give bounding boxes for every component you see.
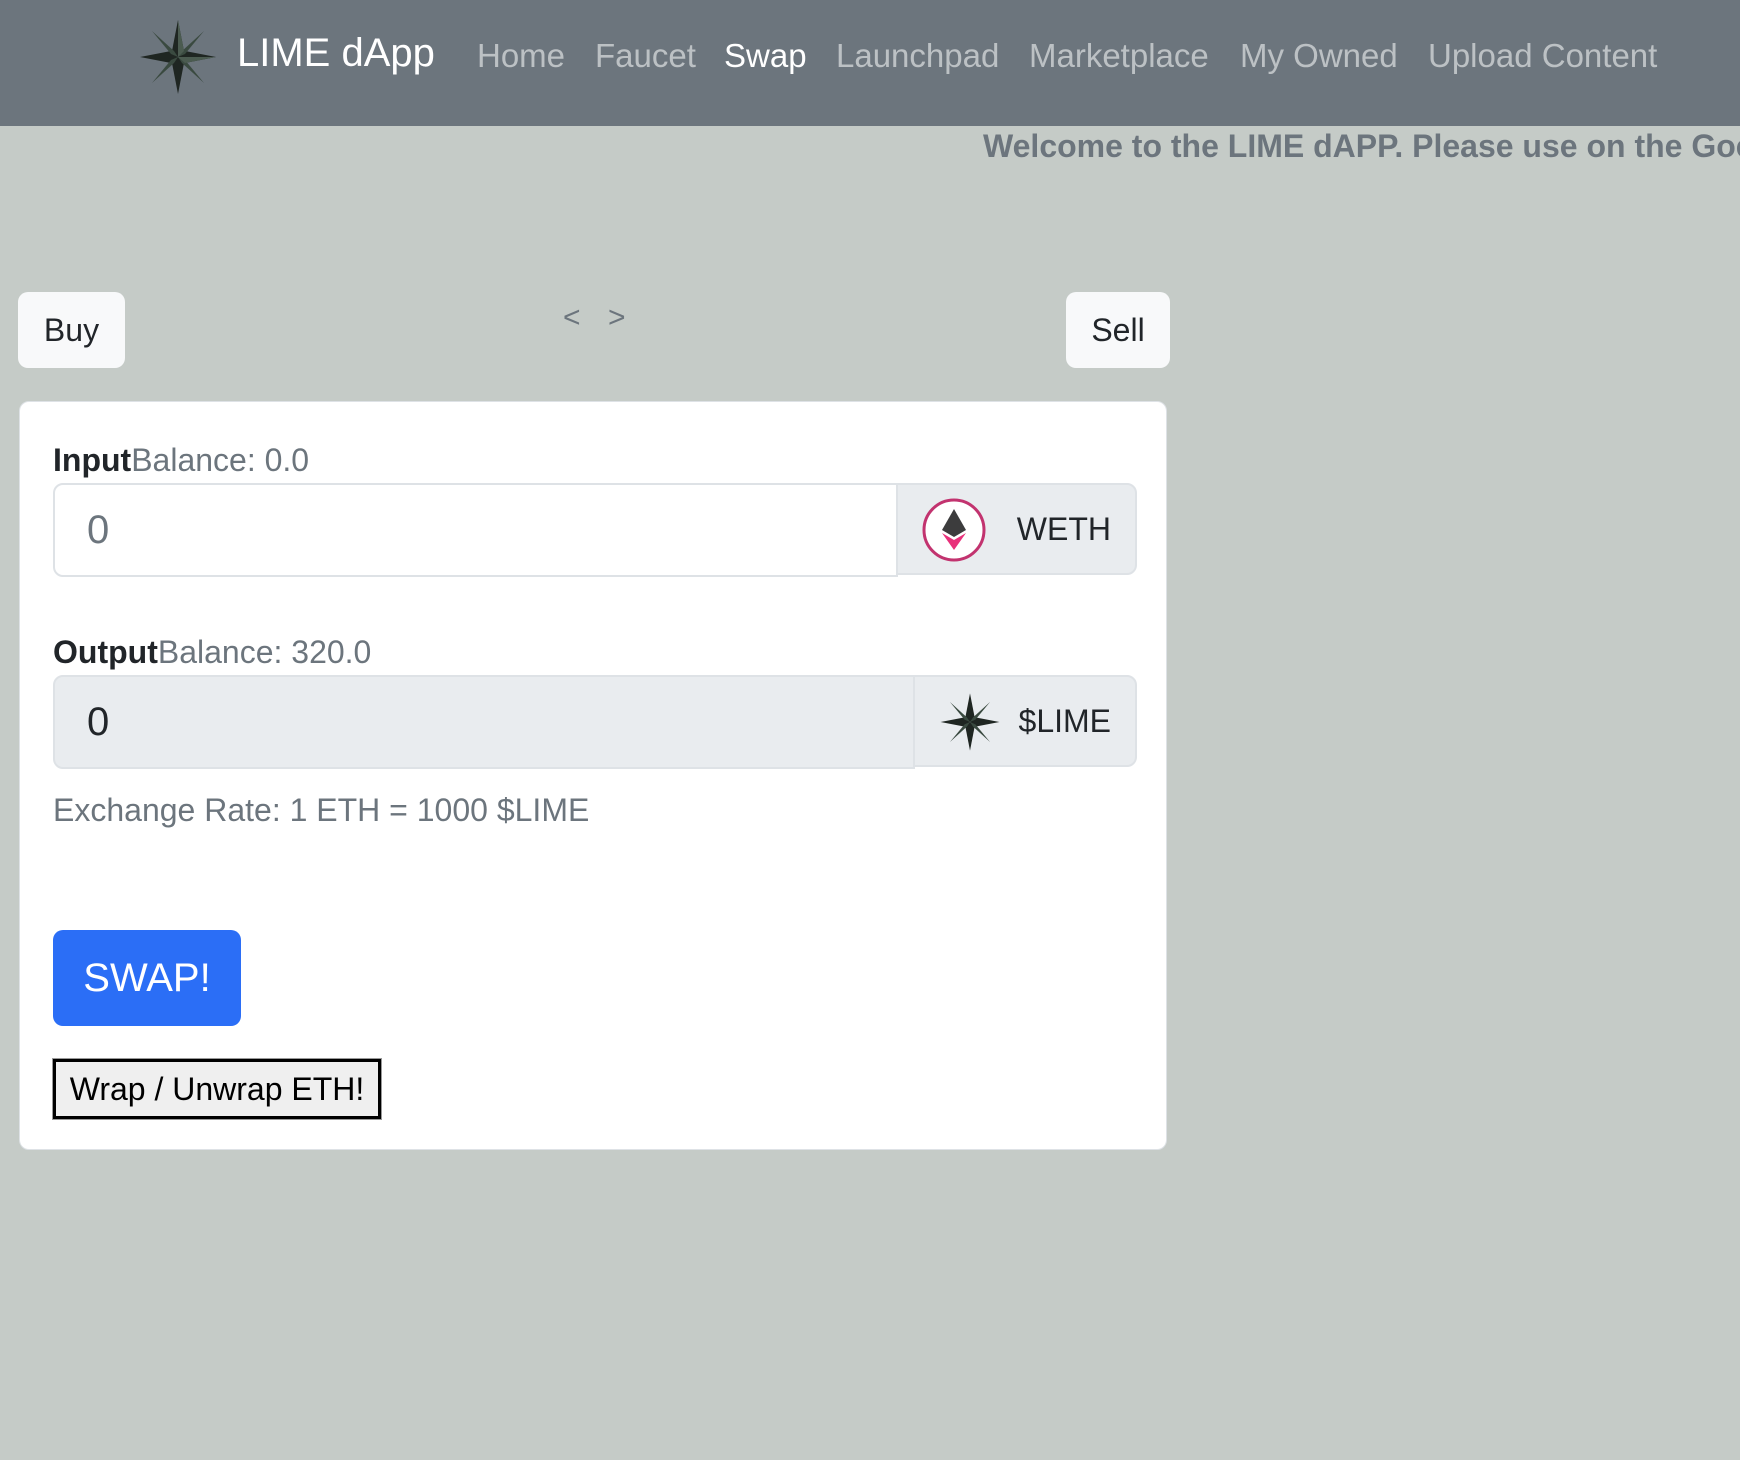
input-label: Input <box>53 442 132 478</box>
prev-arrow[interactable]: < <box>563 298 581 338</box>
output-balance: Balance: 320.0 <box>157 634 372 670</box>
navbar: LIME dApp Home Faucet Swap Launchpad Mar… <box>0 0 1740 126</box>
nav-launchpad[interactable]: Launchpad <box>836 34 999 78</box>
input-amount-field[interactable]: 0 <box>53 483 898 577</box>
compass-star-icon[interactable] <box>138 18 218 96</box>
sell-button[interactable]: Sell <box>1066 292 1170 368</box>
input-label-row: InputBalance: 0.0 <box>53 440 309 480</box>
output-label-row: OutputBalance: 320.0 <box>53 632 371 672</box>
compass-star-icon <box>940 693 1000 751</box>
ethereum-icon <box>922 498 986 562</box>
nav-faucet[interactable]: Faucet <box>595 34 696 78</box>
nav-upload-content[interactable]: Upload Content <box>1428 34 1657 78</box>
output-label: Output <box>53 634 158 670</box>
output-token-label: $LIME <box>1018 703 1111 739</box>
input-token-selector[interactable]: WETH <box>896 483 1137 575</box>
brand-name[interactable]: LIME dApp <box>237 28 435 78</box>
nav-swap[interactable]: Swap <box>724 34 807 78</box>
exchange-rate: Exchange Rate: 1 ETH = 1000 $LIME <box>53 792 590 828</box>
next-arrow[interactable]: > <box>608 298 626 338</box>
input-token-label: WETH <box>1016 511 1111 547</box>
output-amount-field: 0 <box>53 675 915 769</box>
nav-home[interactable]: Home <box>477 34 565 78</box>
nav-marketplace[interactable]: Marketplace <box>1029 34 1209 78</box>
buy-button[interactable]: Buy <box>18 292 125 368</box>
output-token-selector[interactable]: $LIME <box>913 675 1137 767</box>
input-balance: Balance: 0.0 <box>131 442 310 478</box>
wrap-unwrap-button[interactable]: Wrap / Unwrap ETH! <box>52 1058 382 1120</box>
welcome-marquee: Welcome to the LIME dAPP. Please use on … <box>0 126 1740 174</box>
swap-button[interactable]: SWAP! <box>53 930 241 1026</box>
welcome-text: Welcome to the LIME dAPP. Please use on … <box>983 128 1740 164</box>
swap-card: InputBalance: 0.0 0 WETH OutputBalance: … <box>19 401 1167 1150</box>
nav-my-owned[interactable]: My Owned <box>1240 34 1398 78</box>
